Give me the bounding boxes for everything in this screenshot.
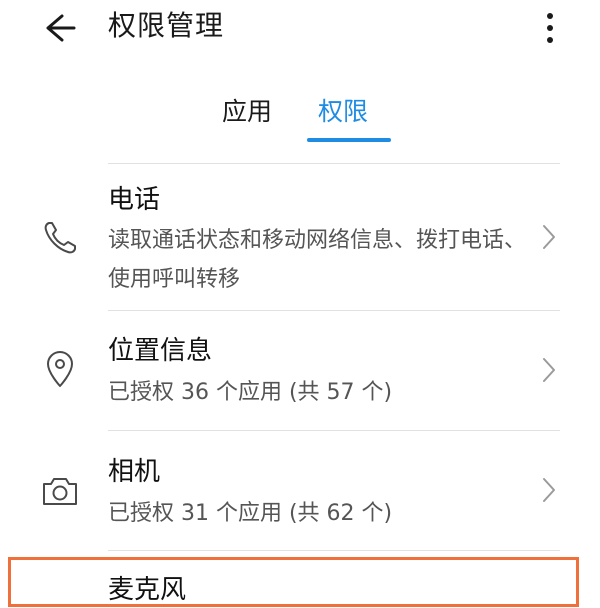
permission-item-microphone-title[interactable]: 麦克风 <box>108 572 186 608</box>
permission-item-phone[interactable]: 电话 读取通话状态和移动网络信息、拨打电话、使用呼叫转移 <box>0 164 600 310</box>
chevron-right-icon <box>540 355 558 385</box>
permission-description: 已授权 31 个应用 (共 62 个) <box>108 501 393 526</box>
permission-title: 电话 <box>108 185 161 215</box>
camera-icon <box>40 471 80 511</box>
back-arrow-icon <box>46 14 76 42</box>
divider <box>108 550 560 551</box>
permission-description: 已授权 36 个应用 (共 57 个) <box>108 380 393 405</box>
tab-apps[interactable]: 应用 <box>222 92 272 132</box>
app-header: 权限管理 <box>0 0 600 60</box>
more-vertical-icon <box>547 13 553 43</box>
chevron-right-icon <box>540 222 558 252</box>
more-options-button[interactable] <box>537 8 563 48</box>
permission-item-location[interactable]: 位置信息 已授权 36 个应用 (共 57 个) <box>0 311 600 430</box>
page-title: 权限管理 <box>108 9 225 42</box>
permission-description: 读取通话状态和移动网络信息、拨打电话、使用呼叫转移 <box>108 228 527 292</box>
permission-title: 位置信息 <box>108 336 213 366</box>
tab-bar: 应用 权限 <box>0 92 600 142</box>
chevron-right-icon <box>540 475 558 505</box>
permission-title: 相机 <box>108 457 161 487</box>
permission-item-camera[interactable]: 相机 已授权 31 个应用 (共 62 个) <box>0 431 600 550</box>
location-pin-icon <box>40 349 80 389</box>
phone-icon <box>40 218 80 258</box>
tab-active-indicator <box>307 138 391 142</box>
back-button[interactable] <box>38 8 82 48</box>
tab-permissions[interactable]: 权限 <box>318 92 368 132</box>
highlight-box <box>8 557 579 607</box>
